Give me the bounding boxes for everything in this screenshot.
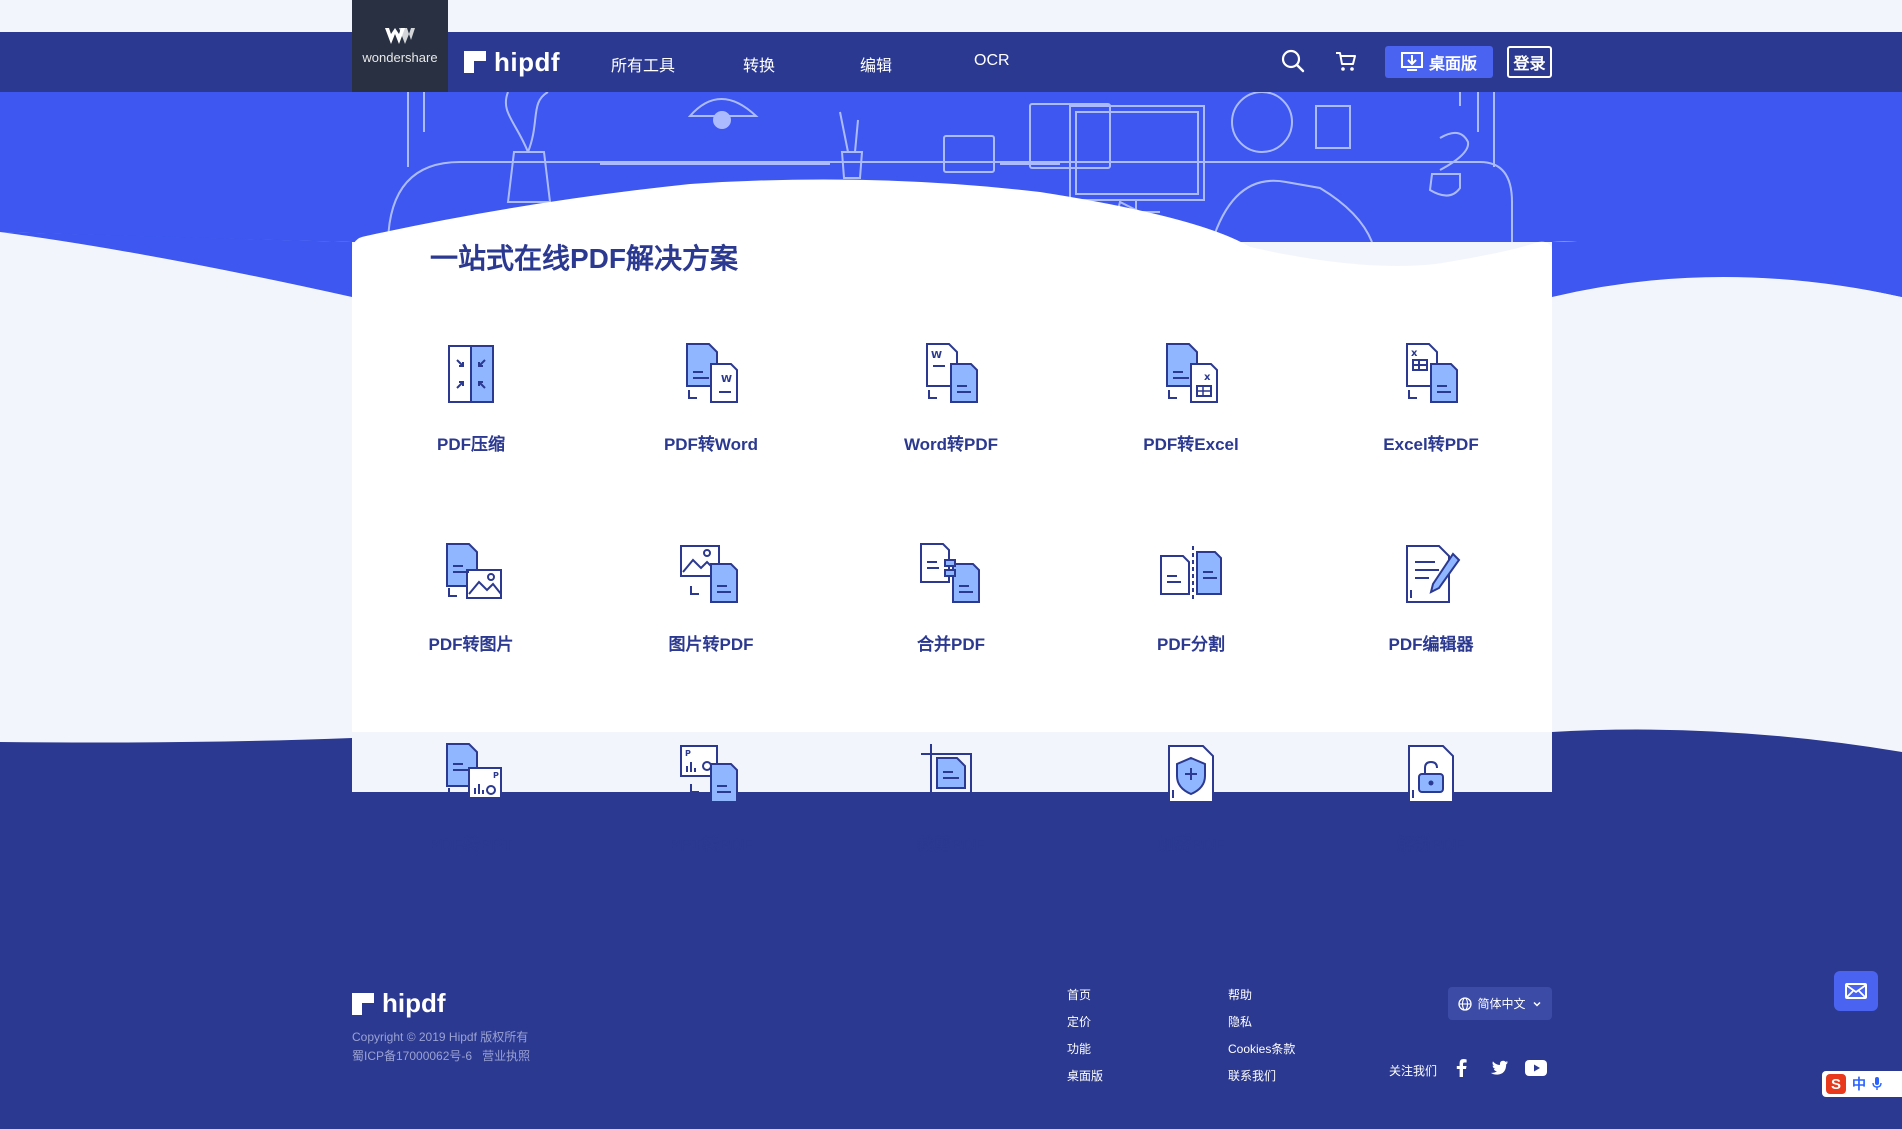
nav-all-tools[interactable]: 所有工具 — [611, 52, 675, 76]
tool-ppt-to-pdf[interactable]: P PPT转PDF — [611, 742, 811, 882]
nav-convert[interactable]: 转换 — [743, 52, 775, 76]
search-icon[interactable] — [1281, 49, 1305, 73]
pdf-to-ppt-icon: P — [446, 743, 502, 799]
tool-pdf-compress[interactable]: PDF压缩 — [371, 342, 571, 482]
tool-unlock-pdf[interactable]: 解锁PDF — [1331, 742, 1531, 882]
crop-icon — [921, 744, 981, 804]
tool-label: PDF转Excel — [1143, 435, 1239, 454]
wondershare-mark-icon — [385, 28, 415, 44]
globe-icon — [1458, 996, 1473, 1011]
mail-icon — [1845, 983, 1867, 999]
tool-pdf-to-word[interactable]: W PDF转Word — [611, 342, 811, 482]
footer-link-home[interactable]: 首页 — [1067, 986, 1091, 1003]
tool-label: 加密PDF — [1157, 835, 1225, 854]
hipdf-mark-icon — [352, 992, 374, 1015]
svg-text:W: W — [931, 350, 942, 361]
chevron-down-icon — [1532, 1001, 1541, 1007]
microphone-icon[interactable] — [1872, 1077, 1882, 1091]
tool-image-to-pdf[interactable]: 图片转PDF — [611, 542, 811, 682]
tool-label: PDF分割 — [1157, 635, 1225, 654]
tool-label: PDF转PPT — [428, 835, 514, 854]
pdf-to-image-icon — [446, 543, 502, 599]
login-button[interactable]: 登录 — [1507, 46, 1552, 78]
tool-label: 裁剪PDF — [917, 835, 985, 854]
svg-text:x: x — [1204, 372, 1211, 383]
tool-label: PDF转图片 — [428, 635, 514, 654]
tool-label: 解锁PDF — [1397, 835, 1465, 854]
tool-label: PDF编辑器 — [1388, 635, 1474, 654]
download-icon — [1400, 52, 1423, 71]
wondershare-logo[interactable]: wondershare — [352, 0, 448, 92]
tool-encrypt-pdf[interactable]: 加密PDF — [1091, 742, 1291, 882]
editor-icon — [1406, 545, 1461, 603]
footer-link-help[interactable]: 帮助 — [1228, 986, 1252, 1003]
tool-label: PDF压缩 — [437, 435, 505, 454]
copyright: Copyright © 2019 Hipdf 版权所有 蜀ICP备1700006… — [352, 1028, 530, 1066]
top-strip — [0, 0, 1902, 32]
excel-to-pdf-icon: x — [1406, 343, 1458, 403]
compress-icon — [448, 345, 494, 403]
encrypt-icon — [1168, 745, 1214, 803]
tool-label: Word转PDF — [903, 435, 999, 454]
tool-pdf-to-ppt[interactable]: P PDF转PPT — [371, 742, 571, 882]
svg-text:x: x — [1411, 348, 1418, 359]
sogou-ime-icon: S — [1826, 1074, 1846, 1094]
navbar — [0, 32, 1902, 92]
wondershare-text: wondershare — [362, 50, 438, 65]
tool-crop-pdf[interactable]: 裁剪PDF — [851, 742, 1051, 882]
icp-text: 蜀ICP备17000062号-6 营业执照 — [352, 1049, 531, 1063]
tool-pdf-to-image[interactable]: PDF转图片 — [371, 542, 571, 682]
footer-link-cookies[interactable]: Cookies条款 — [1228, 1040, 1295, 1057]
footer-link-features[interactable]: 功能 — [1067, 1040, 1091, 1057]
tool-label: Excel转PDF — [1383, 435, 1479, 454]
language-selector[interactable]: 简体中文 — [1448, 987, 1552, 1020]
ime-toolbar[interactable]: S 中 — [1822, 1071, 1902, 1097]
tool-word-to-pdf[interactable]: W Word转PDF — [851, 342, 1051, 482]
ppt-to-pdf-icon: P — [680, 745, 738, 803]
hipdf-logo[interactable]: hipdf — [464, 46, 561, 77]
hipdf-mark-icon — [464, 51, 486, 73]
ime-language-label: 中 — [1852, 1076, 1866, 1092]
language-label: 简体中文 — [1477, 997, 1526, 1011]
tool-label: PPT转PDF — [668, 835, 754, 854]
image-to-pdf-icon — [680, 545, 738, 603]
desktop-version-label: 桌面版 — [1428, 56, 1477, 73]
tool-label: 合并PDF — [917, 635, 985, 654]
follow-us-label: 关注我们 — [1389, 1064, 1438, 1078]
word-to-pdf-icon: W — [926, 343, 978, 403]
page-title: 一站式在线PDF解决方案 — [430, 243, 739, 274]
footer-brand-name: hipdf — [382, 988, 446, 1018]
svg-text:P: P — [493, 771, 499, 780]
split-icon — [1160, 546, 1222, 602]
tool-excel-to-pdf[interactable]: x Excel转PDF — [1331, 342, 1531, 482]
youtube-icon[interactable] — [1525, 1060, 1547, 1076]
contact-mail-button[interactable] — [1834, 971, 1878, 1011]
pdf-to-word-icon: W — [686, 343, 738, 403]
twitter-icon[interactable] — [1490, 1060, 1508, 1076]
unlock-icon — [1408, 745, 1454, 803]
footer-link-pricing[interactable]: 定价 — [1067, 1013, 1091, 1030]
svg-text:W: W — [721, 374, 732, 385]
cart-icon[interactable] — [1334, 49, 1358, 73]
tool-label: 图片转PDF — [668, 635, 754, 654]
svg-text:P: P — [685, 749, 691, 758]
footer-link-contact[interactable]: 联系我们 — [1228, 1067, 1276, 1084]
tool-label: PDF转Word — [663, 435, 759, 454]
tool-merge-pdf[interactable]: 合并PDF — [851, 542, 1051, 682]
footer-logo[interactable]: hipdf — [352, 988, 446, 1019]
facebook-icon[interactable] — [1454, 1059, 1468, 1077]
nav-edit[interactable]: 编辑 — [860, 52, 892, 76]
copyright-text: Copyright © 2019 Hipdf 版权所有 — [352, 1030, 529, 1044]
tool-pdf-editor[interactable]: PDF编辑器 — [1331, 542, 1531, 682]
desktop-version-button[interactable]: 桌面版 — [1385, 46, 1493, 78]
tool-pdf-to-excel[interactable]: x PDF转Excel — [1091, 342, 1291, 482]
footer-link-desktop[interactable]: 桌面版 — [1067, 1067, 1103, 1084]
pdf-to-excel-icon: x — [1166, 343, 1218, 403]
footer-link-privacy[interactable]: 隐私 — [1228, 1013, 1252, 1030]
brand-name: hipdf — [494, 46, 561, 77]
nav-ocr[interactable]: OCR — [974, 52, 1010, 70]
merge-icon — [920, 543, 980, 603]
tool-split-pdf[interactable]: PDF分割 — [1091, 542, 1291, 682]
